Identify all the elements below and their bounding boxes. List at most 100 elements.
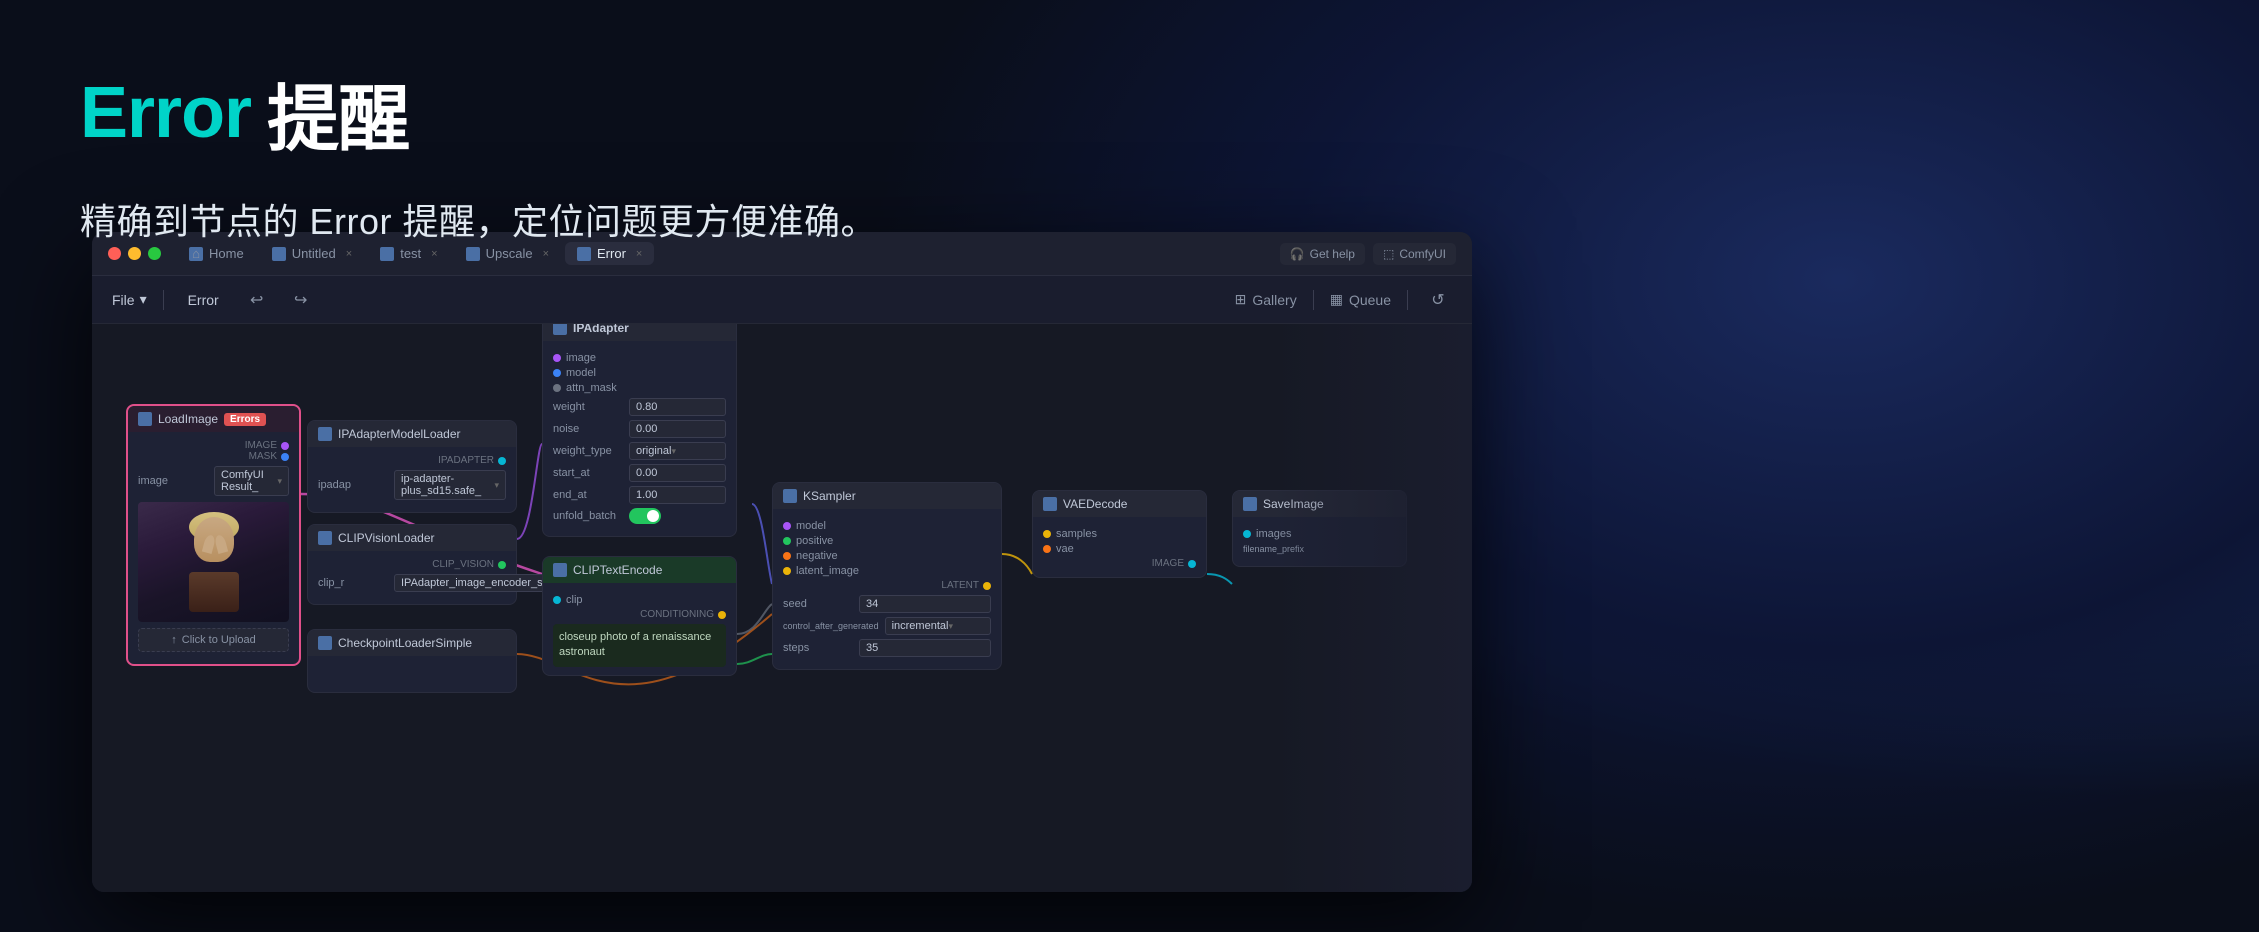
image-out-port: IMAGE — [138, 440, 289, 451]
canvas-area: LoadImage Errors IMAGE MASK image ComfyU… — [92, 324, 1472, 892]
minimize-button[interactable] — [128, 247, 141, 260]
unfold-batch-row: unfold_batch — [553, 508, 726, 524]
unfold-batch-label: unfold_batch — [553, 510, 623, 522]
tab-close-error[interactable]: × — [636, 248, 642, 260]
redo-button[interactable]: ↪ — [287, 286, 315, 314]
weight-input[interactable]: 0.80 — [629, 398, 726, 416]
clip-r-select[interactable]: IPAdapter_image_encoder_s_ ▾ — [394, 574, 560, 592]
ksampler-model-dot — [783, 522, 791, 530]
clip-r-row: clip_r IPAdapter_image_encoder_s_ ▾ — [318, 574, 506, 592]
control-select[interactable]: incremental ▾ — [885, 617, 991, 635]
load-image-header: LoadImage Errors — [128, 406, 299, 432]
tab-close-untitled[interactable]: × — [346, 248, 352, 260]
ip-attn-dot — [553, 384, 561, 392]
comfyui-button[interactable]: ⬚ ComfyUI — [1373, 243, 1456, 265]
end-at-input[interactable]: 1.00 — [629, 486, 726, 504]
headphone-icon: 🎧 — [1290, 247, 1305, 261]
clip-vision-header: CLIPVisionLoader — [308, 525, 516, 551]
checkpoint-icon — [318, 636, 332, 650]
tab-close-test[interactable]: × — [431, 248, 437, 260]
load-image-node: LoadImage Errors IMAGE MASK image ComfyU… — [126, 404, 301, 666]
start-at-input[interactable]: 0.00 — [629, 464, 726, 482]
clip-text-body: clip CONDITIONING closeup photo of a ren… — [543, 583, 736, 675]
node-icon-4 — [577, 247, 591, 261]
gallery-button[interactable]: ⊞ Gallery — [1235, 291, 1297, 308]
seed-input[interactable]: 34 — [859, 595, 991, 613]
noise-input[interactable]: 0.00 — [629, 420, 726, 438]
image-select-value: ComfyUI Result_ — [221, 469, 277, 493]
queue-button[interactable]: ▦ Queue — [1330, 291, 1391, 308]
weight-row: weight 0.80 — [553, 398, 726, 416]
save-images-dot — [1243, 530, 1251, 538]
ksampler-body: model positive negative latent_image LAT… — [773, 509, 1001, 669]
tab-close-upscale[interactable]: × — [543, 248, 549, 260]
checkpoint-node: CheckpointLoaderSimple — [307, 629, 517, 693]
image-port-dot — [281, 442, 289, 450]
ksampler-model-label: model — [796, 520, 826, 532]
error-badge: Errors — [224, 413, 266, 426]
vaedecode-body: samples vae IMAGE — [1033, 517, 1206, 577]
clip-vision-icon — [318, 531, 332, 545]
start-at-label: start_at — [553, 467, 623, 479]
vae-image-out-label: IMAGE — [1152, 558, 1184, 569]
node-icon-1 — [272, 247, 286, 261]
maximize-button[interactable] — [148, 247, 161, 260]
ksampler-pos-label: positive — [796, 535, 833, 547]
ipadapter-main-header: IPAdapter — [543, 324, 736, 341]
vae-port: vae — [1043, 543, 1196, 555]
traffic-lights — [108, 247, 161, 260]
gallery-label: Gallery — [1252, 292, 1296, 308]
tab-test[interactable]: test × — [368, 242, 449, 265]
tab-untitled[interactable]: Untitled × — [260, 242, 365, 265]
clip-vision-node: CLIPVisionLoader CLIP_VISION clip_r IPAd… — [307, 524, 517, 605]
chevron-down-icon: ▾ — [140, 291, 147, 308]
clip-text-header: CLIPTextEncode — [543, 557, 736, 583]
ipadapter-out-label: IPADAPTER — [438, 455, 494, 466]
ipadap-select[interactable]: ip-adapter-plus_sd15.safe_ ▾ — [394, 470, 506, 500]
ipadapter-model-body: IPADAPTER ipadap ip-adapter-plus_sd15.sa… — [308, 447, 516, 512]
elf-body — [189, 572, 239, 612]
tab-home[interactable]: ⌂ Home — [177, 242, 256, 265]
home-icon: ⌂ — [189, 247, 203, 261]
tab-error[interactable]: Error × — [565, 242, 654, 265]
get-help-button[interactable]: 🎧 Get help — [1280, 243, 1365, 265]
clip-text-textarea[interactable]: closeup photo of a renaissance astronaut — [553, 624, 726, 667]
node-icon-2 — [380, 247, 394, 261]
toolbar-right: ⊞ Gallery ▦ Queue ↺ — [1235, 286, 1452, 314]
upload-button[interactable]: ↑ Click to Upload — [138, 628, 289, 652]
tab-upscale[interactable]: Upscale × — [454, 242, 561, 265]
elf-figure — [179, 512, 249, 612]
unfold-batch-toggle[interactable] — [629, 508, 661, 524]
ipadapter-main-icon — [553, 324, 567, 335]
seed-label: seed — [783, 598, 853, 610]
title-line: Error 提醒 — [80, 60, 877, 165]
undo-button[interactable]: ↩ — [243, 286, 271, 314]
clip-vision-port-dot — [498, 561, 506, 569]
upload-label: Click to Upload — [182, 634, 256, 646]
ip-model-port: model — [553, 367, 726, 379]
saveimage-icon — [1243, 497, 1257, 511]
clip-text-node: CLIPTextEncode clip CONDITIONING closeup… — [542, 556, 737, 676]
checkpoint-title: CheckpointLoaderSimple — [338, 636, 472, 650]
ipadapter-node-icon — [318, 427, 332, 441]
weight-type-label: weight_type — [553, 445, 623, 457]
weight-type-select[interactable]: original ▾ — [629, 442, 726, 460]
ipadap-value: ip-adapter-plus_sd15.safe_ — [401, 473, 494, 497]
steps-input[interactable]: 35 — [859, 639, 991, 657]
steps-label: steps — [783, 642, 853, 654]
refresh-button[interactable]: ↺ — [1424, 286, 1452, 314]
ksampler-node: KSampler model positive negative latent — [772, 482, 1002, 670]
ip-model-label: model — [566, 367, 596, 379]
image-select[interactable]: ComfyUI Result_ ▾ — [214, 466, 289, 496]
ipadapter-port-dot — [498, 457, 506, 465]
file-menu[interactable]: File ▾ — [112, 291, 147, 308]
checkpoint-body — [308, 656, 516, 692]
vae-dot — [1043, 545, 1051, 553]
control-label: control_after_generated — [783, 621, 879, 631]
ipadapter-main-title: IPAdapter — [573, 324, 629, 335]
queue-icon: ▦ — [1330, 291, 1343, 308]
ksampler-pos-dot — [783, 537, 791, 545]
vaedecode-title: VAEDecode — [1063, 497, 1127, 511]
close-button[interactable] — [108, 247, 121, 260]
queue-label: Queue — [1349, 292, 1391, 308]
